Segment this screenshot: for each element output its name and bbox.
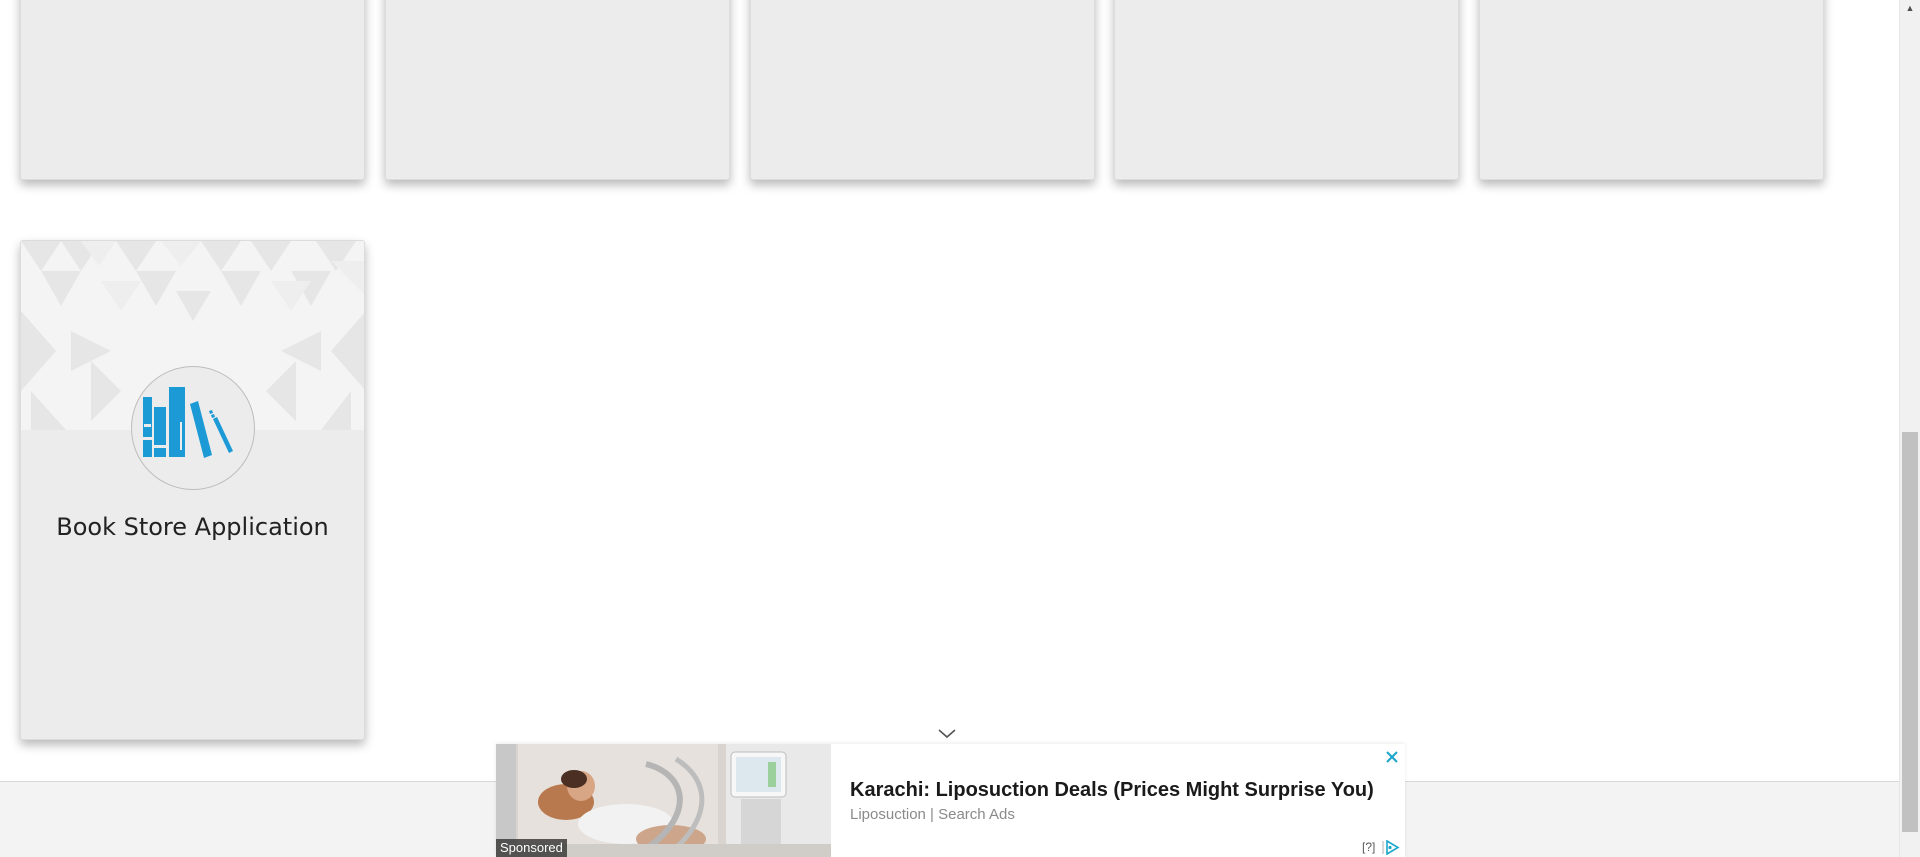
scrollbar-thumb[interactable] [1902, 432, 1918, 832]
scroll-up-arrow-icon[interactable]: ▲ [1900, 0, 1920, 17]
category-card[interactable] [385, 0, 730, 180]
sponsored-ad: Sponsored Karachi: Liposuction Deals (Pr… [496, 744, 1405, 857]
category-card[interactable] [1114, 0, 1459, 180]
chevron-down-icon[interactable] [935, 724, 959, 744]
ad-headline[interactable]: Karachi: Liposuction Deals (Prices Might… [850, 779, 1374, 802]
books-icon [131, 366, 255, 490]
close-icon[interactable] [1382, 747, 1402, 767]
ad-image[interactable]: Sponsored [496, 744, 831, 857]
category-card[interactable] [20, 0, 365, 180]
vertical-scrollbar[interactable]: ▲ [1899, 0, 1920, 857]
card-title: Book Store Application [56, 513, 329, 541]
sponsored-label: Sponsored [496, 839, 567, 857]
category-card[interactable] [750, 0, 1095, 180]
adchoices-icon[interactable] [1382, 839, 1400, 856]
book-store-card[interactable]: Book Store Application [20, 240, 365, 740]
category-card[interactable] [1479, 0, 1824, 180]
ad-source: Liposuction | Search Ads [850, 806, 1015, 823]
page: Book Store Application Sponsored Karachi… [0, 0, 1920, 857]
ad-help-link[interactable]: [?] [1362, 840, 1375, 854]
